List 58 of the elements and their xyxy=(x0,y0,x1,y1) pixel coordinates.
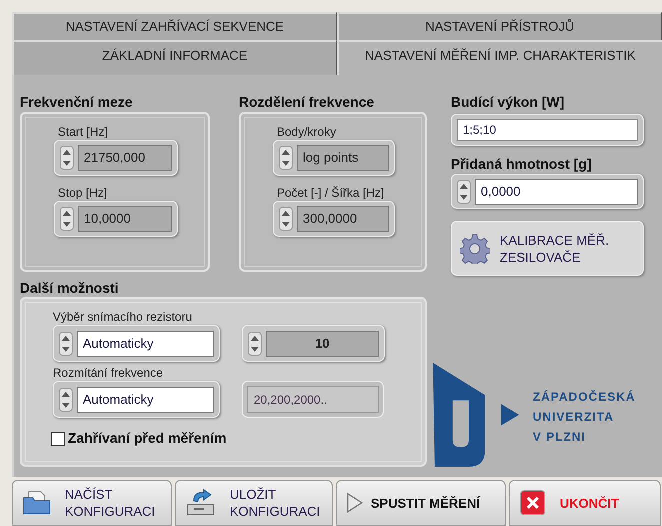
up-arrow-icon xyxy=(63,211,71,216)
field-label: Stop [Hz] xyxy=(58,186,108,201)
spin-button[interactable] xyxy=(59,332,73,356)
spin-button[interactable] xyxy=(457,180,471,204)
field-label: Počet [-] / Šířka [Hz] xyxy=(277,186,386,201)
field-title: Budící výkon [W] xyxy=(451,93,566,111)
down-arrow-icon xyxy=(282,161,290,166)
up-arrow-icon xyxy=(282,211,290,216)
logo-text: UNIVERZITA xyxy=(533,409,616,425)
text-field[interactable]: 1;5;10 xyxy=(457,119,638,141)
spin-button[interactable] xyxy=(248,332,262,356)
tab[interactable]: NASTAVENÍ PŘÍSTROJŮ xyxy=(337,12,662,40)
down-arrow-icon xyxy=(63,222,71,227)
field-label: Body/kroky xyxy=(277,125,338,140)
field-label: Start [Hz] xyxy=(58,125,110,140)
footer-button[interactable]: ULOŽIT KONFIGURACI xyxy=(175,480,333,526)
group-title: Frekvenční meze xyxy=(20,93,134,111)
tab[interactable]: NASTAVENÍ MĚŘENÍ IMP. CHARAKTERISTIK xyxy=(337,40,662,75)
spin-button[interactable] xyxy=(279,207,293,231)
field-label: Výběr snímacího rezistoru xyxy=(53,310,194,325)
calibration-button[interactable]: KALIBRACE MĚŘ. ZESILOVAČE xyxy=(451,221,644,276)
tray-icon xyxy=(186,489,216,517)
down-arrow-icon xyxy=(251,346,259,352)
folder-icon xyxy=(23,490,51,516)
down-arrow-icon xyxy=(63,161,71,166)
group-title: Rozdělení frekvence xyxy=(239,93,376,111)
tab[interactable]: NASTAVENÍ ZAHŘÍVACÍ SEKVENCE xyxy=(12,12,337,40)
up-arrow-icon xyxy=(460,184,468,188)
select-field[interactable]: Automaticky xyxy=(77,386,214,412)
down-arrow-icon xyxy=(62,402,70,408)
close-icon xyxy=(520,490,546,516)
up-arrow-icon xyxy=(62,392,70,396)
down-arrow-icon xyxy=(460,194,468,200)
down-arrow-icon xyxy=(62,346,70,352)
group-title: Další možnosti xyxy=(20,280,120,297)
warmup-checkbox[interactable]: Zahřívaní před měřením xyxy=(51,428,227,449)
footer-button[interactable]: NAČÍST KONFIGURACI xyxy=(12,480,172,526)
logo-text: V PLZNI xyxy=(533,429,588,445)
spin-button[interactable] xyxy=(60,146,74,170)
tab[interactable]: ZÁKLADNÍ INFORMACE xyxy=(12,40,337,75)
number-display: 20,200,2000.. xyxy=(247,386,379,413)
number-field[interactable]: 0,0000 xyxy=(475,178,638,204)
spin-button[interactable] xyxy=(59,388,73,412)
play-icon xyxy=(347,493,363,513)
spin-button[interactable] xyxy=(60,207,74,231)
field-title: Přidaná hmotnost [g] xyxy=(451,155,593,173)
up-arrow-icon xyxy=(62,336,70,340)
gear-icon xyxy=(460,234,490,264)
spin-button[interactable] xyxy=(279,146,293,170)
up-arrow-icon xyxy=(251,336,259,340)
down-arrow-icon xyxy=(282,222,290,227)
footer-button[interactable]: UKONČIT xyxy=(509,480,661,526)
select-field[interactable]: Automaticky xyxy=(77,330,214,356)
field-label: Rozmítání frekvence xyxy=(53,366,164,381)
footer-button[interactable]: SPUSTIT MĚŘENÍ xyxy=(336,480,506,526)
logo-text: ZÁPADOČESKÁ xyxy=(533,389,636,405)
up-arrow-icon xyxy=(282,150,290,155)
up-arrow-icon xyxy=(63,150,71,155)
